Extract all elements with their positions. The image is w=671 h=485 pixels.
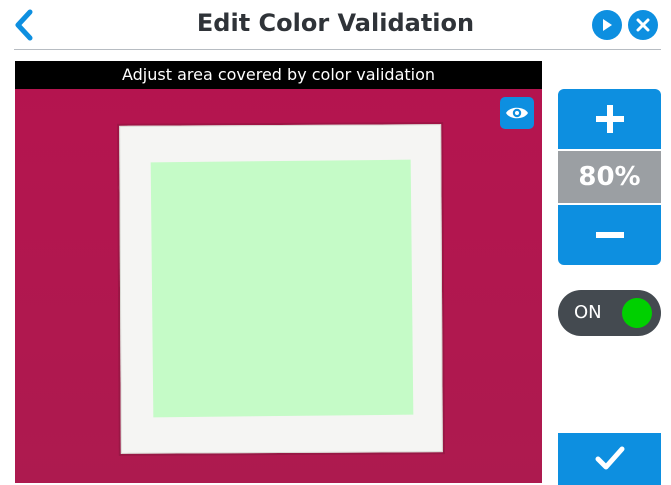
visibility-toggle-button[interactable] xyxy=(500,97,534,129)
close-button[interactable] xyxy=(628,10,658,40)
edit-color-validation-screen: Edit Color Validation Adjust area covere… xyxy=(0,0,671,485)
header-divider xyxy=(14,49,661,50)
toggle-label: ON xyxy=(574,302,602,323)
close-icon xyxy=(636,18,650,32)
color-validation-area[interactable] xyxy=(150,159,414,418)
validation-on-off-toggle[interactable]: ON xyxy=(558,290,661,336)
camera-view[interactable]: Adjust area covered by color validation xyxy=(15,61,542,483)
toggle-knob xyxy=(622,298,652,328)
confirm-button[interactable] xyxy=(558,433,661,485)
checkmark-icon xyxy=(595,446,624,470)
area-percentage-display: 80% xyxy=(558,151,661,203)
plus-icon xyxy=(595,105,624,133)
eye-icon xyxy=(506,107,528,119)
decrease-area-button[interactable] xyxy=(558,205,661,265)
minus-icon xyxy=(595,232,624,238)
play-icon xyxy=(603,19,612,31)
next-button[interactable] xyxy=(592,10,622,40)
increase-area-button[interactable] xyxy=(558,89,661,149)
area-percentage-value: 80% xyxy=(578,162,641,192)
camera-caption: Adjust area covered by color validation xyxy=(15,61,542,89)
page-title: Edit Color Validation xyxy=(196,9,475,37)
